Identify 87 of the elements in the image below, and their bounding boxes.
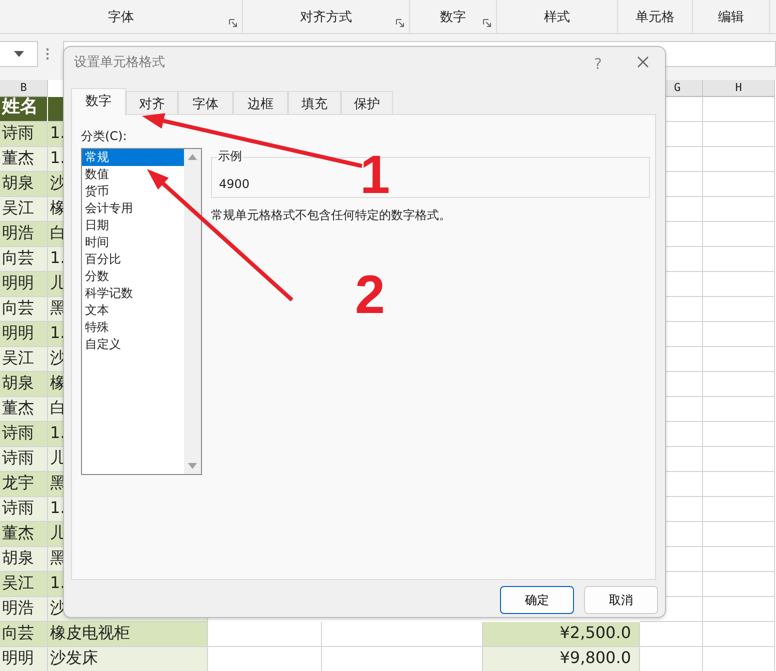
list-item[interactable]: 百分比 bbox=[82, 251, 184, 268]
table-cell bbox=[703, 272, 775, 297]
header-cell: 姓名 bbox=[0, 97, 48, 122]
group-label: 字体 bbox=[108, 8, 134, 26]
table-cell bbox=[703, 472, 775, 497]
table-cell bbox=[703, 297, 775, 322]
table-cell: 明浩 bbox=[0, 222, 48, 247]
caret-icon bbox=[14, 51, 24, 57]
table-cell bbox=[703, 222, 775, 247]
table-cell: 向芸 bbox=[0, 247, 48, 272]
list-item[interactable]: 货币 bbox=[82, 183, 184, 200]
category-list[interactable]: 常规 数值 货币 会计专用 日期 时间 百分比 分数 科学记数 文本 特殊 自定义 bbox=[81, 148, 202, 475]
table-cell: 董杰 bbox=[0, 397, 48, 422]
dialog-button[interactable]: 取消 bbox=[584, 586, 658, 614]
column-header[interactable]: H bbox=[703, 80, 775, 97]
tab[interactable]: 保护 bbox=[341, 91, 393, 116]
format-description: 常规单元格格式不包含任何特定的数字格式。 bbox=[211, 207, 451, 224]
table-cell bbox=[703, 597, 775, 622]
sample-legend: 示例 bbox=[217, 149, 243, 163]
dialog-button[interactable]: 确定 bbox=[500, 586, 574, 614]
table-cell bbox=[703, 347, 775, 372]
table-cell: 龙宇 bbox=[0, 472, 48, 497]
table-cell bbox=[703, 147, 775, 172]
window-title: 设置单元格格式 bbox=[74, 54, 165, 72]
table-cell: 向芸 bbox=[0, 622, 48, 647]
name-box[interactable] bbox=[0, 41, 38, 67]
table-cell: 明浩 bbox=[0, 597, 48, 622]
table-cell bbox=[703, 622, 775, 647]
dialog-launcher-icon[interactable] bbox=[396, 19, 404, 27]
tab[interactable]: 对齐 bbox=[126, 91, 178, 116]
table-cell: 诗雨 bbox=[0, 422, 48, 447]
table-cell: 胡泉 bbox=[0, 547, 48, 572]
table-cell bbox=[703, 397, 775, 422]
table-cell: 吴江 bbox=[0, 197, 48, 222]
dialog-launcher-icon[interactable] bbox=[229, 19, 237, 27]
table-cell bbox=[640, 622, 703, 647]
group-label: 编辑 bbox=[718, 8, 744, 26]
dialog-launcher-icon[interactable] bbox=[483, 19, 491, 27]
table-cell: 诗雨 bbox=[0, 497, 48, 522]
group-label: 对齐方式 bbox=[300, 8, 352, 26]
tab[interactable]: 填充 bbox=[288, 91, 341, 116]
table-cell: 吴江 bbox=[0, 572, 48, 597]
group-label: 数字 bbox=[440, 8, 466, 26]
field-label: 分类(C): bbox=[81, 128, 127, 145]
table-cell bbox=[703, 247, 775, 272]
close-icon[interactable] bbox=[637, 56, 649, 68]
table-cell bbox=[703, 422, 775, 447]
table-cell bbox=[703, 497, 775, 522]
list-item[interactable]: 会计专用 bbox=[82, 200, 184, 217]
table-cell: ¥2,500.0 bbox=[483, 622, 640, 647]
column-header[interactable]: B bbox=[0, 80, 48, 97]
table-cell: ¥9,800.0 bbox=[483, 647, 640, 671]
table-cell: 沙发床 bbox=[48, 647, 208, 671]
table-cell: 诗雨 bbox=[0, 122, 48, 147]
table-cell bbox=[703, 322, 775, 347]
more-icon bbox=[46, 48, 49, 60]
list-item[interactable]: 文本 bbox=[82, 302, 184, 319]
table-cell: 董杰 bbox=[0, 522, 48, 547]
list-item[interactable]: 常规 bbox=[82, 149, 184, 166]
table-cell: 胡泉 bbox=[0, 172, 48, 197]
table-cell bbox=[703, 122, 775, 147]
table-cell: 橡皮电视柜 bbox=[48, 622, 208, 647]
table-cell bbox=[703, 97, 775, 122]
table-cell: 明明 bbox=[0, 322, 48, 347]
table-cell: 诗雨 bbox=[0, 447, 48, 472]
table-cell bbox=[703, 372, 775, 397]
annotation-number: 1 bbox=[360, 148, 390, 202]
table-cell bbox=[703, 447, 775, 472]
table-cell bbox=[703, 197, 775, 222]
table-cell: 明明 bbox=[0, 272, 48, 297]
table-cell bbox=[703, 172, 775, 197]
table-cell: 胡泉 bbox=[0, 372, 48, 397]
list-item[interactable]: 特殊 bbox=[82, 319, 184, 336]
group-label: 样式 bbox=[544, 8, 570, 26]
table-cell bbox=[703, 547, 775, 572]
tab[interactable]: 字体 bbox=[178, 91, 233, 116]
table-cell: 向芸 bbox=[0, 297, 48, 322]
table-cell bbox=[703, 572, 775, 597]
annotation-number: 2 bbox=[355, 268, 386, 322]
table-cell bbox=[703, 522, 775, 547]
table-cell: 吴江 bbox=[0, 347, 48, 372]
table-cell: 明明 bbox=[0, 647, 48, 671]
tab[interactable]: 数字 bbox=[71, 88, 126, 116]
tab[interactable]: 边框 bbox=[233, 91, 288, 116]
table-cell: 董杰 bbox=[0, 147, 48, 172]
sample-value: 4900 bbox=[219, 176, 250, 193]
group-label: 单元格 bbox=[636, 8, 674, 26]
